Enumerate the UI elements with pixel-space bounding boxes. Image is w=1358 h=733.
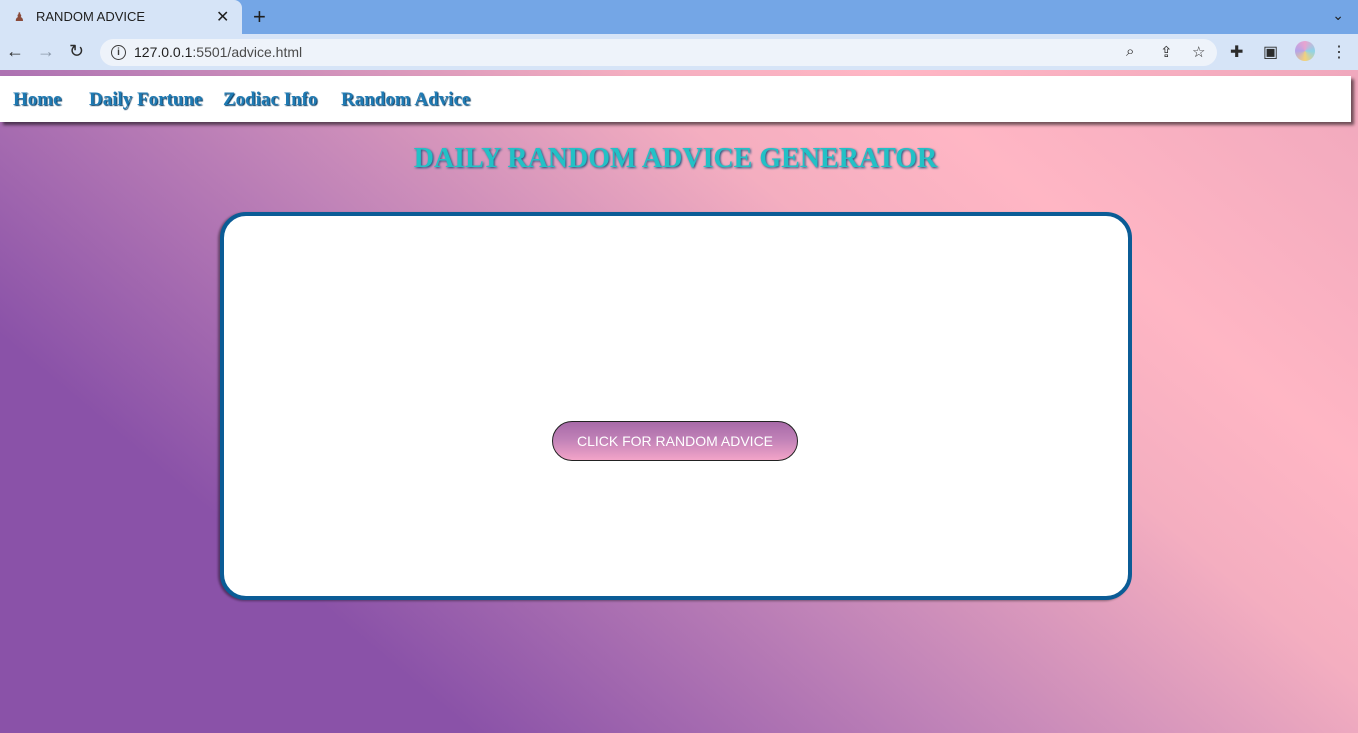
tab-title: RANDOM ADVICE <box>36 9 146 24</box>
site-navbar: Home Daily Fortune Zodiac Info Random Ad… <box>0 76 1351 122</box>
address-bar[interactable]: i 127.0.0.1:5501/advice.html ⌕ ⇪ ☆ <box>100 39 1217 66</box>
new-tab-icon[interactable]: + <box>253 4 266 30</box>
star-icon[interactable]: ☆ <box>1192 43 1205 61</box>
nav-link-daily-fortune[interactable]: Daily Fortune <box>89 89 202 111</box>
browser-tab[interactable]: ♟ RANDOM ADVICE ✕ <box>0 0 242 34</box>
page-background: Home Daily Fortune Zodiac Info Random Ad… <box>0 70 1358 733</box>
share-icon[interactable]: ⇪ <box>1160 43 1173 61</box>
kebab-menu-icon[interactable]: ⋮ <box>1331 42 1347 62</box>
extensions-puzzle-icon[interactable]: ✚ <box>1230 42 1243 62</box>
back-arrow-icon[interactable]: ← <box>6 41 24 62</box>
forward-arrow-icon[interactable]: → <box>37 41 55 62</box>
side-panel-icon[interactable]: ▣ <box>1263 42 1278 62</box>
browser-tab-bar: ♟ RANDOM ADVICE ✕ + ⌄ <box>0 0 1358 34</box>
zoom-icon[interactable]: ⌕ <box>1126 43 1134 60</box>
advice-card: CLICK FOR RANDOM ADVICE <box>220 212 1132 600</box>
person-favicon-icon: ♟ <box>14 10 25 24</box>
url-text: 127.0.0.1:5501/advice.html <box>134 44 303 60</box>
browser-toolbar: ← → ↻ i 127.0.0.1:5501/advice.html ⌕ ⇪ ☆… <box>0 34 1358 70</box>
page-title: DAILY RANDOM ADVICE GENERATOR <box>413 143 938 174</box>
reload-icon[interactable]: ↻ <box>69 41 84 62</box>
profile-avatar-icon[interactable] <box>1295 41 1315 61</box>
nav-link-zodiac-info[interactable]: Zodiac Info <box>223 89 318 111</box>
close-icon[interactable]: ✕ <box>216 7 229 27</box>
random-advice-button[interactable]: CLICK FOR RANDOM ADVICE <box>552 421 798 461</box>
chevron-down-icon[interactable]: ⌄ <box>1332 7 1344 24</box>
nav-link-random-advice[interactable]: Random Advice <box>341 89 470 111</box>
nav-link-home[interactable]: Home <box>13 89 62 111</box>
info-icon[interactable]: i <box>111 45 126 60</box>
